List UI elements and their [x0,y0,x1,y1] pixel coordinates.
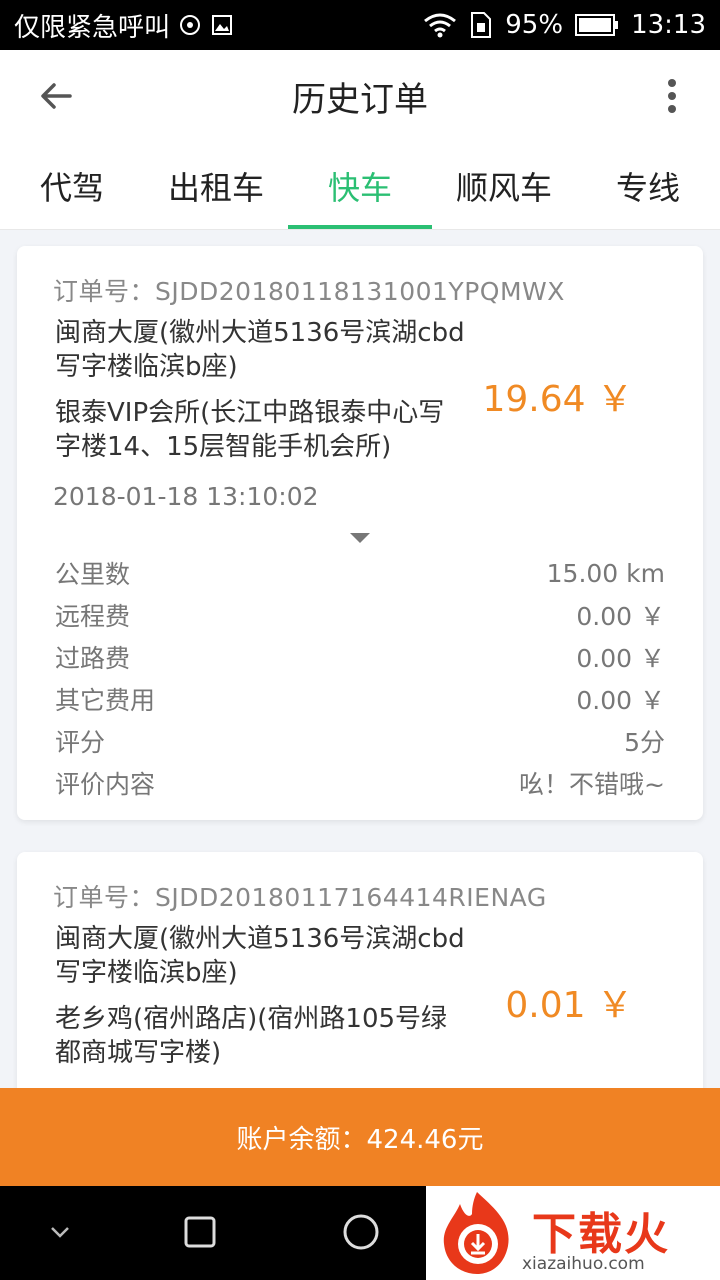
flame-logo-icon [443,1192,509,1274]
detail-row-toll-fee: 过路费 0.00 ￥ [55,644,665,673]
more-menu-button[interactable] [652,74,692,118]
nfc-icon [178,13,202,37]
detail-row-remote-fee: 远程费 0.00 ￥ [55,602,665,631]
battery-percent: 95% [505,10,564,40]
more-vertical-icon [668,79,676,113]
account-balance: 账户余额：424.46元 [236,1124,484,1155]
tab-daijia[interactable]: 代驾 [0,142,144,229]
tab-taxi[interactable]: 出租车 [144,142,288,229]
nav-home-button[interactable] [337,1208,385,1256]
carrier-text: 仅限紧急呼叫 [14,12,171,43]
square-icon [184,1216,216,1248]
order-details: 公里数 15.00 km 远程费 0.00 ￥ 过路费 0.00 ￥ 其它费用 0.00… [55,552,665,804]
expand-toggle[interactable] [350,530,370,543]
back-button[interactable] [34,74,78,118]
clock: 13:13 [631,10,706,40]
order-number: 订单号：SJDD20180117164414RIENAG [53,883,547,912]
account-balance-bar[interactable]: 账户余额：424.46元 [0,1088,720,1186]
arrow-left-icon [41,83,72,109]
order-date: 2018-01-18 13:10:02 [53,482,319,511]
wifi-icon [423,12,457,38]
order-card[interactable]: 订单号：SJDD20180118131001YPQMWX 闽商大厦(徽州大道51… [17,246,703,820]
watermark-brand: 下载火 [532,1209,670,1260]
order-number: 订单号：SJDD20180118131001YPQMWX [53,277,565,306]
page-title: 历史订单 [292,79,428,120]
tab-carpool[interactable]: 顺风车 [432,142,576,229]
watermark-logo: 下载火 xiazaihuo.com [426,1186,720,1280]
app-bar: 历史订单 [0,50,720,142]
order-from-address: 闽商大厦(徽州大道5136号滨湖cbd写字楼临滨b座) [55,924,465,988]
order-to-address: 银泰VIP会所(长江中路银泰中心写字楼14、15层智能手机会所) [55,398,445,462]
order-price: 19.64 ￥ [482,379,633,420]
triangle-down-icon [350,533,370,543]
order-from-address: 闽商大厦(徽州大道5136号滨湖cbd写字楼临滨b座) [55,318,465,382]
order-to-address: 老乡鸡(宿州路店)(宿州路105号绿都商城写字楼) [55,1004,448,1068]
battery-icon [575,13,619,37]
tab-express[interactable]: 快车 [288,142,432,229]
order-list[interactable]: 订单号：SJDD20180118131001YPQMWX 闽商大厦(徽州大道51… [0,230,720,1088]
detail-row-distance: 公里数 15.00 km [55,558,665,590]
image-icon [210,13,234,37]
nav-recents-button[interactable] [176,1208,224,1256]
order-type-tabs: 代驾 出租车 快车 顺风车 专线 [0,142,720,230]
tab-dedicated-line[interactable]: 专线 [576,142,720,229]
detail-row-review: 评价内容 吆！不错哦~ [55,770,665,799]
nav-hide-button[interactable] [36,1208,84,1256]
order-price: 0.01 ￥ [505,985,633,1026]
sim-icon [469,11,493,39]
chevron-down-icon [51,1227,69,1238]
order-card[interactable]: 订单号：SJDD20180117164414RIENAG 闽商大厦(徽州大道51… [17,852,703,1088]
detail-row-other-fee: 其它费用 0.00 ￥ [55,686,665,715]
detail-row-rating: 评分 5分 [55,728,665,757]
watermark-site: xiazaihuo.com [522,1254,645,1274]
circle-icon [343,1214,379,1250]
status-bar: 仅限紧急呼叫 95% 13:13 [0,0,720,50]
